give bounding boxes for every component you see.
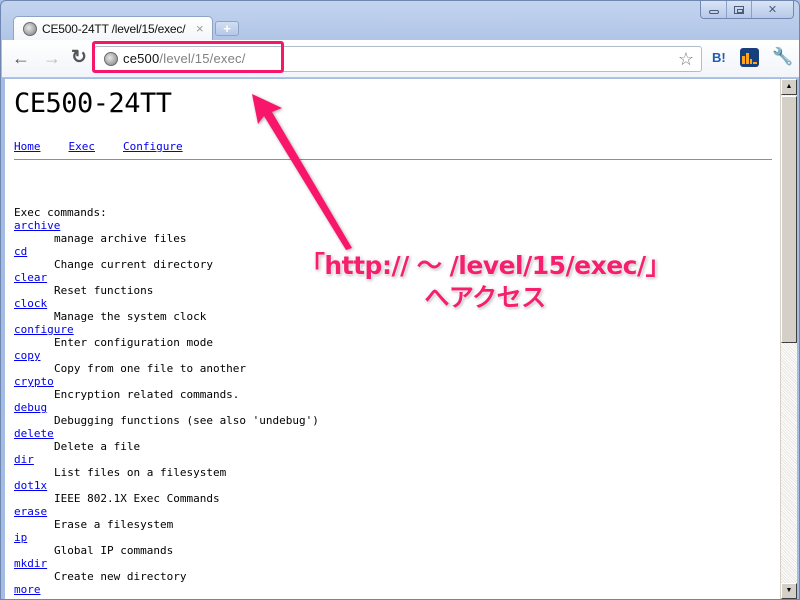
- minimize-button[interactable]: [701, 1, 726, 18]
- command-link-more[interactable]: more: [14, 583, 319, 596]
- scroll-down-button[interactable]: ▼: [781, 583, 797, 599]
- scroll-up-button[interactable]: ▲: [781, 79, 797, 95]
- command-link-mkdir[interactable]: mkdir: [14, 557, 319, 570]
- command-link-debug[interactable]: debug: [14, 401, 319, 414]
- command-desc: Copy from one file to another: [54, 362, 247, 375]
- scroll-thumb[interactable]: [781, 96, 797, 343]
- command-link-ip[interactable]: ip: [14, 531, 319, 544]
- command-link-configure[interactable]: configure: [14, 323, 319, 336]
- page-nav: Home Exec Configure: [14, 140, 211, 153]
- command-link-copy[interactable]: copy: [14, 349, 319, 362]
- nav-link-configure[interactable]: Configure: [123, 140, 183, 153]
- command-desc: Enter configuration mode: [54, 336, 213, 349]
- plus-icon: +: [223, 21, 231, 36]
- command-desc: Debugging functions (see also 'undebug'): [54, 414, 319, 427]
- chart-extension-icon[interactable]: [740, 48, 759, 67]
- page-title: CE500-24TT: [14, 88, 172, 119]
- maximize-button[interactable]: [726, 1, 751, 18]
- command-desc: manage archive files: [54, 232, 187, 245]
- command-desc: Global IP commands: [54, 544, 174, 557]
- globe-icon: [23, 21, 37, 36]
- reload-button[interactable]: ↻: [71, 48, 87, 67]
- wrench-menu-icon[interactable]: 🔧: [772, 47, 793, 67]
- command-link-delete[interactable]: delete: [14, 427, 319, 440]
- command-link-archive[interactable]: archive: [14, 219, 319, 232]
- command-link-dir[interactable]: dir: [14, 453, 319, 466]
- command-desc: Create new directory: [54, 570, 187, 583]
- nav-link-home[interactable]: Home: [14, 140, 41, 153]
- vertical-scrollbar[interactable]: ▲ ▼: [780, 79, 797, 599]
- command-desc: IEEE 802.1X Exec Commands: [54, 492, 220, 505]
- divider: [14, 159, 772, 160]
- close-window-button[interactable]: ✕: [751, 1, 793, 18]
- new-tab-button[interactable]: +: [215, 21, 239, 36]
- annotation-text: 「http:// 〜 /level/15/exec/」 へアクセス: [250, 250, 720, 314]
- command-link-dot1x[interactable]: dot1x: [14, 479, 319, 492]
- annotation-line-1: 「http:// 〜 /level/15/exec/」: [299, 251, 671, 280]
- tab-title: CE500-24TT /level/15/exec/: [42, 21, 186, 36]
- command-desc: Encryption related commands.: [54, 388, 240, 401]
- command-link-crypto[interactable]: crypto: [14, 375, 319, 388]
- command-desc: Erase a filesystem: [54, 518, 174, 531]
- bookmark-star-icon[interactable]: ☆: [678, 49, 694, 70]
- back-button[interactable]: ←: [12, 49, 30, 67]
- hatena-bookmark-extension[interactable]: B!: [712, 50, 726, 65]
- command-desc: Delete a file: [54, 440, 141, 453]
- section-label: Exec commands:: [14, 206, 107, 219]
- url-highlight-box: [92, 41, 284, 73]
- tab-active[interactable]: CE500-24TT /level/15/exec/ ×: [13, 16, 213, 40]
- page-content: CE500-24TT Home Exec Configure Exec comm…: [5, 79, 781, 599]
- window-controls: ✕: [700, 1, 794, 19]
- close-icon: ✕: [767, 4, 778, 16]
- nav-link-exec[interactable]: Exec: [69, 140, 96, 153]
- annotation-line-2: へアクセス: [424, 283, 546, 312]
- forward-button[interactable]: →: [43, 49, 61, 67]
- command-link-erase[interactable]: erase: [14, 505, 319, 518]
- tab-close-icon[interactable]: ×: [196, 21, 204, 36]
- maximize-icon: [734, 5, 744, 14]
- command-desc: List files on a filesystem: [54, 466, 227, 479]
- minimize-icon: [708, 10, 719, 14]
